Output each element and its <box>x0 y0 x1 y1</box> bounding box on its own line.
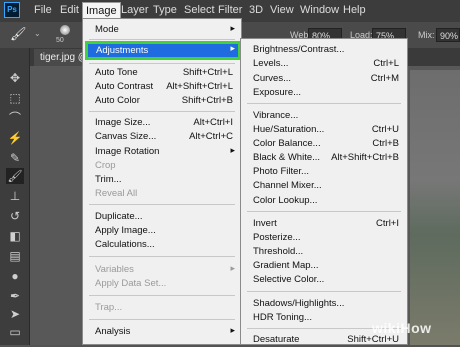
gradient-icon[interactable]: ▤ <box>6 248 24 264</box>
menu-window[interactable]: Window <box>300 4 339 16</box>
menu-item-hue-saturation[interactable]: Hue/Saturation... Ctrl+U <box>241 123 407 137</box>
eraser-icon[interactable]: ◧ <box>6 228 24 244</box>
brush-icon[interactable]: 🖌 <box>6 168 24 184</box>
menu-item-duplicate[interactable]: Duplicate... <box>83 210 241 224</box>
menu-item-shadows-highlights[interactable]: Shadows/Highlights... <box>241 297 407 311</box>
menu-3d[interactable]: 3D <box>249 4 263 16</box>
menu-item-crop: Crop <box>95 160 116 171</box>
mix-label: Mix: <box>418 30 435 40</box>
menu-item-trap: Trap... <box>95 302 123 313</box>
history-brush-icon[interactable]: ↺ <box>6 208 24 224</box>
path-select-icon[interactable]: ➤ <box>6 306 24 322</box>
adjustments-submenu: Brightness/Contrast... Levels... Ctrl+L C… <box>240 38 408 345</box>
menu-item-apply-data-set: Apply Data Set... <box>95 278 167 289</box>
menu-item-posterize[interactable]: Posterize... <box>241 231 407 245</box>
menu-item-mode[interactable]: Mode ▸ <box>83 23 241 37</box>
menu-filter[interactable]: Filter <box>218 4 242 16</box>
menu-item-curves[interactable]: Curves... Ctrl+M <box>241 72 407 86</box>
menu-layer[interactable]: Layer <box>121 4 149 16</box>
menu-select[interactable]: Select <box>184 4 215 16</box>
menu-item-canvas-size[interactable]: Canvas Size... Alt+Ctrl+C <box>83 130 241 144</box>
menu-item-exposure[interactable]: Exposure... <box>241 86 407 100</box>
menu-type[interactable]: Type <box>153 4 177 16</box>
menu-item-reveal-all: Reveal All <box>95 188 138 199</box>
dodge-icon[interactable]: ● <box>6 268 24 284</box>
menu-item-auto-tone[interactable]: Auto Tone Shift+Ctrl+L <box>83 66 241 80</box>
brush-size: 50 <box>56 37 64 44</box>
lasso-icon[interactable]: ⌒ <box>6 110 24 126</box>
wikihow-watermark: wikiHow <box>372 320 432 336</box>
menu-item-selective-color[interactable]: Selective Color... <box>241 273 407 287</box>
menu-item-variables: Variables ▸ <box>95 263 235 275</box>
image-preview <box>410 70 460 345</box>
menu-item-gradient-map[interactable]: Gradient Map... <box>241 259 407 273</box>
menu-item-auto-color[interactable]: Auto Color Shift+Ctrl+B <box>83 94 241 108</box>
menu-item-invert[interactable]: Invert Ctrl+I <box>241 217 407 231</box>
move-icon[interactable]: ✥ <box>6 70 24 86</box>
menu-item-analysis[interactable]: Analysis ▸ <box>83 325 241 339</box>
photoshop-logo: Ps <box>4 2 20 18</box>
stamp-icon[interactable]: ⊥ <box>6 188 24 204</box>
marquee-icon[interactable]: ⬚ <box>6 90 24 106</box>
menu-item-levels[interactable]: Levels... Ctrl+L <box>241 57 407 71</box>
menu-item-threshold[interactable]: Threshold... <box>241 245 407 259</box>
menu-item-image-size[interactable]: Image Size... Alt+Ctrl+I <box>83 116 241 130</box>
menu-item-auto-contrast[interactable]: Auto Contrast Alt+Shift+Ctrl+L <box>83 80 241 94</box>
chevron-right-icon: ▸ <box>230 43 235 53</box>
chevron-right-icon: ▸ <box>230 325 235 335</box>
menu-item-brightness-contrast[interactable]: Brightness/Contrast... <box>241 43 407 57</box>
chevron-right-icon: ▸ <box>230 145 235 155</box>
menu-item-adjustments[interactable]: Adjustments ▸ <box>85 41 241 60</box>
chevron-down-icon[interactable]: ⌄ <box>34 29 41 38</box>
menu-item-trim[interactable]: Trim... <box>83 173 241 187</box>
image-menu: Mode ▸ Adjustments ▸ Auto Tone Shift+Ctrl+L… <box>82 18 242 345</box>
menu-item-channel-mixer[interactable]: Channel Mixer... <box>241 179 407 193</box>
menu-item-image-rotation[interactable]: Image Rotation ▸ <box>83 145 241 159</box>
menu-edit[interactable]: Edit <box>60 4 79 16</box>
menu-view[interactable]: View <box>270 4 294 16</box>
menu-item-apply-image[interactable]: Apply Image... <box>83 224 241 238</box>
menu-help[interactable]: Help <box>343 4 366 16</box>
menu-item-color-lookup[interactable]: Color Lookup... <box>241 194 407 208</box>
chevron-right-icon: ▸ <box>230 23 235 33</box>
shape-icon[interactable]: ▭ <box>6 324 24 340</box>
menu-item-black-white[interactable]: Black & White... Alt+Shift+Ctrl+B <box>241 151 407 165</box>
menu-item-photo-filter[interactable]: Photo Filter... <box>241 165 407 179</box>
menu-file[interactable]: File <box>34 4 52 16</box>
tools-panel: ✥ ⬚ ⌒ ⚡ ✎ 🖌 ⊥ ↺ ◧ ▤ ● ✒ ➤ ▭ <box>0 48 30 345</box>
mix-field[interactable]: 90% <box>436 28 460 42</box>
menu-item-calculations[interactable]: Calculations... <box>83 238 241 252</box>
chevron-right-icon: ▸ <box>230 263 235 273</box>
magic-wand-icon[interactable]: ⚡ <box>6 130 24 146</box>
brush-tool-icon[interactable]: 🖌 <box>10 26 30 44</box>
brush-preset-icon[interactable] <box>60 25 70 35</box>
menu-item-vibrance[interactable]: Vibrance... <box>241 109 407 123</box>
menu-item-color-balance[interactable]: Color Balance... Ctrl+B <box>241 137 407 151</box>
eyedropper-icon[interactable]: ✎ <box>6 150 24 166</box>
pen-icon[interactable]: ✒ <box>6 288 24 304</box>
